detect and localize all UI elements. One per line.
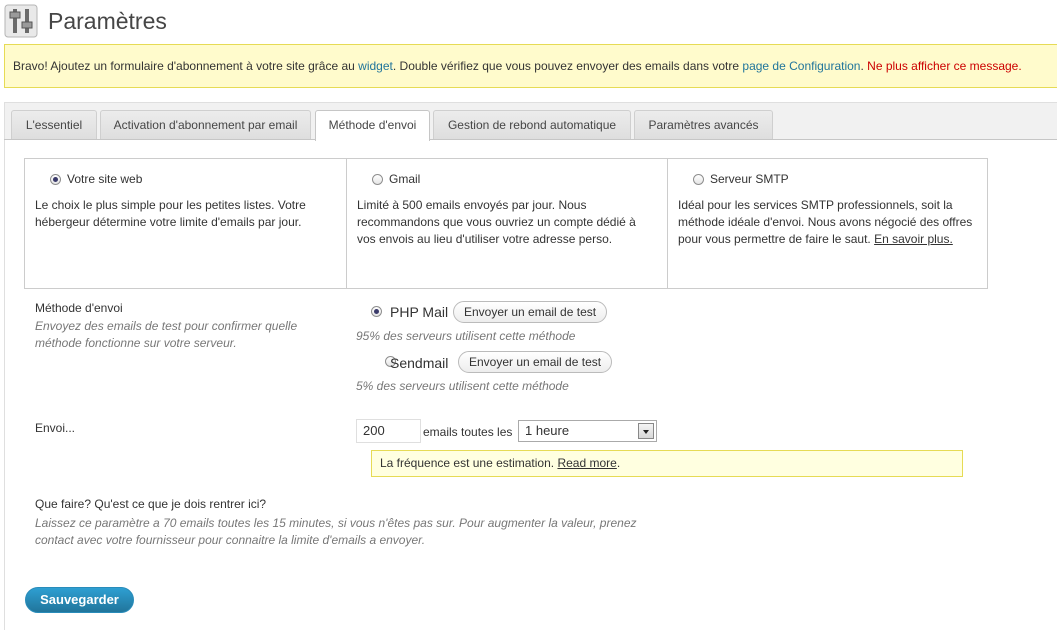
emails-suffix-label: emails toutes les xyxy=(423,425,513,439)
sending-method-cards: Votre site web Le choix le plus simple p… xyxy=(24,158,988,289)
configuration-page-link[interactable]: page de Configuration xyxy=(742,59,860,73)
frequency-selected-value: 1 heure xyxy=(525,423,570,438)
notice-banner: Bravo! Ajoutez un formulaire d'abonnemen… xyxy=(4,44,1057,88)
php-mail-label: PHP Mail xyxy=(390,304,449,320)
method-radio-gmail[interactable] xyxy=(372,173,383,185)
emails-count-input[interactable]: 200 xyxy=(356,419,421,443)
chevron-down-icon[interactable] xyxy=(638,423,654,439)
method-card-smtp[interactable]: Serveur SMTP Idéal pour les services SMT… xyxy=(667,159,987,288)
notice-text: Bravo! Ajoutez un formulaire d'abonnemen… xyxy=(13,59,359,73)
dismiss-notice-link[interactable]: Ne plus afficher ce message. xyxy=(867,59,1022,73)
method-card-gmail[interactable]: Gmail Limité à 500 emails envoyés par jo… xyxy=(346,159,667,288)
test-email-button-sendmail[interactable]: Envoyer un email de test xyxy=(458,351,613,373)
sendmail-label: Sendmail xyxy=(390,355,449,371)
save-button[interactable]: Sauvegarder xyxy=(25,587,134,613)
sendmail-note: 5% des serveurs utilisent cette méthode xyxy=(356,379,569,393)
php-mail-radio[interactable] xyxy=(371,306,382,317)
method-radio-smtp[interactable] xyxy=(693,173,704,185)
frequency-note-text: La fréquence est une estimation. xyxy=(380,456,558,470)
method-description: Le choix le plus simple pour les petites… xyxy=(35,198,306,229)
tab-sending-method[interactable]: Méthode d'envoi xyxy=(315,110,430,141)
php-mail-note: 95% des serveurs utilisent cette méthode xyxy=(356,329,576,343)
tab-advanced-settings[interactable]: Paramètres avancés xyxy=(634,110,773,139)
tab-email-activation[interactable]: Activation d'abonnement par email xyxy=(100,110,311,139)
method-card-website[interactable]: Votre site web Le choix le plus simple p… xyxy=(25,159,346,288)
frequency-note-end: . xyxy=(616,456,621,470)
send-method-help: Envoyez des emails de test pour confirme… xyxy=(35,319,298,350)
widget-link[interactable]: widget xyxy=(358,59,393,73)
read-more-link[interactable]: Read more xyxy=(557,456,616,470)
method-description: Limité à 500 emails envoyés par jour. No… xyxy=(357,198,636,246)
test-email-button-phpmail[interactable]: Envoyer un email de test xyxy=(453,301,608,323)
method-description: Idéal pour les services SMTP professionn… xyxy=(678,197,977,248)
tab-bounce-handling[interactable]: Gestion de rebond automatique xyxy=(433,110,631,139)
faq-question: Que faire? Qu'est ce que je dois rentrer… xyxy=(35,497,267,511)
frequency-note: La fréquence est une estimation. Read mo… xyxy=(371,450,963,477)
notice-text: . Double vérifiez que vous pouvez envoye… xyxy=(392,59,743,73)
sending-label: Envoi... xyxy=(35,421,76,435)
faq-answer: Laissez ce paramètre a 70 emails toutes … xyxy=(35,516,637,547)
tab-essentials[interactable]: L'essentiel xyxy=(11,110,97,139)
send-method-label: Méthode d'envoi xyxy=(35,301,123,315)
page-title: Paramètres xyxy=(48,8,167,34)
content-border xyxy=(4,140,5,630)
method-radio-website[interactable] xyxy=(50,173,61,185)
frequency-select[interactable]: 1 heure xyxy=(518,420,657,442)
method-title: Votre site web xyxy=(67,172,143,186)
method-title: Gmail xyxy=(389,172,421,186)
method-title: Serveur SMTP xyxy=(710,172,789,186)
learn-more-link[interactable]: En savoir plus. xyxy=(874,232,953,246)
settings-sliders-icon xyxy=(4,4,38,38)
tab-divider xyxy=(4,139,1057,140)
